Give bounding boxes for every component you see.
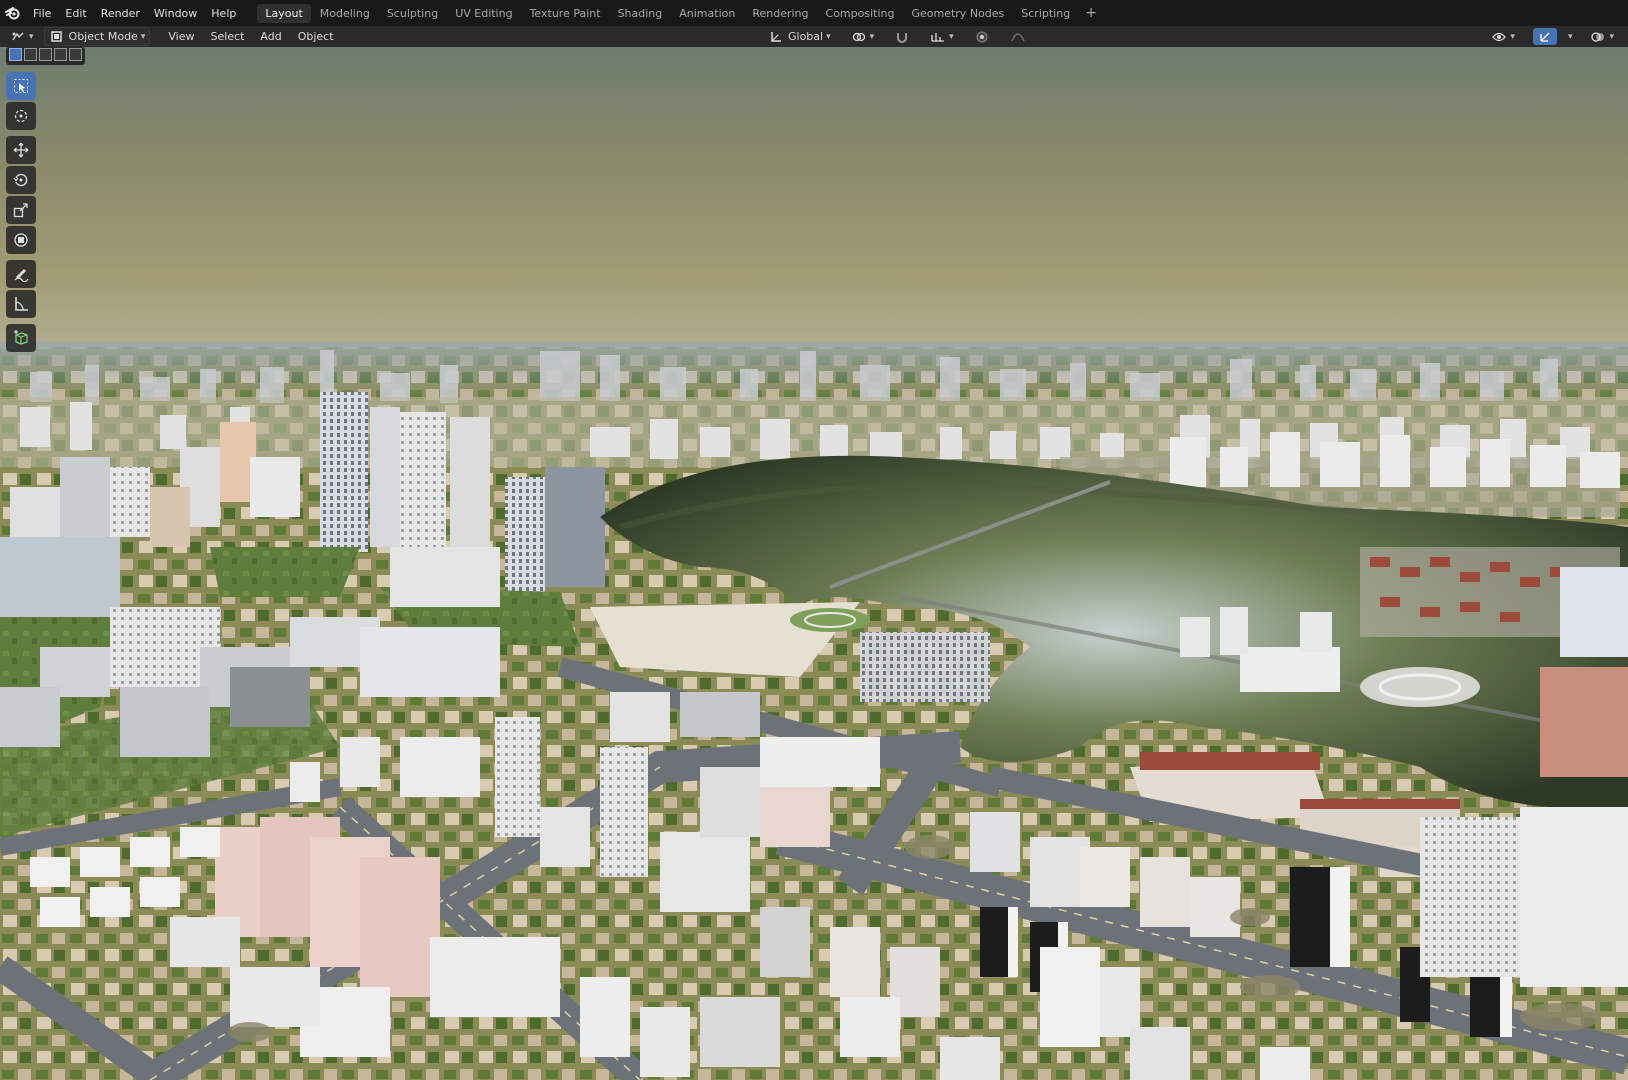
tool-cursor[interactable] bbox=[6, 102, 36, 130]
tab-rendering[interactable]: Rendering bbox=[744, 4, 816, 23]
gizmo-icon bbox=[1537, 29, 1553, 45]
proportional-falloff-dropdown[interactable] bbox=[1006, 28, 1030, 45]
header-menu-object[interactable]: Object bbox=[290, 30, 342, 43]
add-cube-icon bbox=[13, 330, 29, 346]
chevron-down-icon[interactable]: ▾ bbox=[1568, 32, 1573, 42]
menu-render[interactable]: Render bbox=[94, 7, 147, 20]
menu-file[interactable]: File bbox=[26, 7, 58, 20]
chevron-down-icon: ▾ bbox=[826, 31, 831, 42]
overlays-toggle[interactable]: ▾ bbox=[1586, 28, 1618, 45]
select-box-icon bbox=[13, 78, 29, 94]
top-menu-bar: File Edit Render Window Help Layout Mode… bbox=[0, 0, 1628, 26]
menu-help[interactable]: Help bbox=[204, 7, 243, 20]
move-icon bbox=[13, 142, 29, 158]
tab-geometry-nodes[interactable]: Geometry Nodes bbox=[903, 4, 1012, 23]
transform-icon bbox=[13, 232, 29, 248]
tab-layout[interactable]: Layout bbox=[257, 3, 311, 23]
chevron-down-icon: ▾ bbox=[1609, 31, 1614, 42]
tab-modeling[interactable]: Modeling bbox=[312, 4, 378, 23]
cursor-icon bbox=[13, 108, 29, 124]
proportional-edit-toggle[interactable] bbox=[970, 28, 994, 45]
eye-icon bbox=[1491, 29, 1507, 45]
visibility-dropdown[interactable]: ▾ bbox=[1487, 28, 1519, 45]
editor-type-button[interactable]: ▾ bbox=[6, 28, 38, 45]
mode-dropdown[interactable]: Object Mode ▾ bbox=[43, 27, 151, 46]
tool-transform[interactable] bbox=[6, 226, 36, 254]
workspace-tabs: Layout Modeling Sculpting UV Editing Tex… bbox=[257, 0, 1103, 26]
viewport-header: ▾ Object Mode ▾ View Select Add Object G… bbox=[0, 26, 1628, 47]
tab-uv-editing[interactable]: UV Editing bbox=[447, 4, 520, 23]
select-mode-set-icon[interactable] bbox=[9, 48, 22, 61]
editor-type-icon bbox=[10, 29, 26, 45]
blender-logo-icon[interactable] bbox=[0, 0, 26, 26]
select-mode-subtract-icon[interactable] bbox=[39, 48, 52, 61]
snap-toggle[interactable] bbox=[890, 28, 914, 45]
tab-shading[interactable]: Shading bbox=[610, 4, 671, 23]
tab-animation[interactable]: Animation bbox=[671, 4, 743, 23]
tool-add-cube[interactable] bbox=[6, 324, 36, 352]
select-mode-invert-icon[interactable] bbox=[54, 48, 67, 61]
tool-annotate[interactable] bbox=[6, 260, 36, 288]
snap-target-dropdown[interactable]: ▾ bbox=[926, 28, 958, 45]
mode-label: Object Mode bbox=[68, 30, 138, 43]
header-menu-add[interactable]: Add bbox=[252, 30, 289, 43]
select-mode-intersect-icon[interactable] bbox=[69, 48, 82, 61]
viewport-overlays-group: ▾ ▾ ▾ bbox=[1481, 28, 1618, 45]
annotate-icon bbox=[13, 266, 29, 282]
pivot-dropdown[interactable]: ▾ bbox=[847, 28, 879, 45]
scale-icon bbox=[13, 202, 29, 218]
tool-scale[interactable] bbox=[6, 196, 36, 224]
gizmo-toggle[interactable] bbox=[1532, 28, 1557, 45]
3d-viewport[interactable] bbox=[0, 47, 1628, 1080]
tool-shelf bbox=[6, 72, 38, 354]
chevron-down-icon: ▾ bbox=[29, 31, 34, 42]
chevron-down-icon: ▾ bbox=[140, 31, 146, 42]
select-mode-extend-icon[interactable] bbox=[24, 48, 37, 61]
tab-sculpting[interactable]: Sculpting bbox=[379, 4, 446, 23]
tab-compositing[interactable]: Compositing bbox=[818, 4, 903, 23]
measure-icon bbox=[13, 296, 29, 312]
menu-window[interactable]: Window bbox=[147, 7, 204, 20]
tab-texture-paint[interactable]: Texture Paint bbox=[522, 4, 609, 23]
city-scene-render bbox=[0, 47, 1628, 1080]
tool-rotate[interactable] bbox=[6, 166, 36, 194]
tool-select-box[interactable] bbox=[6, 72, 36, 100]
header-menu-view[interactable]: View bbox=[160, 30, 202, 43]
tab-scripting[interactable]: Scripting bbox=[1013, 4, 1078, 23]
transform-settings: Global ▾ ▾ ▾ bbox=[764, 28, 1030, 45]
chevron-down-icon: ▾ bbox=[949, 31, 954, 42]
pivot-icon bbox=[851, 29, 867, 45]
tool-measure[interactable] bbox=[6, 290, 36, 318]
selection-mode-buttons bbox=[6, 47, 85, 65]
chevron-down-icon: ▾ bbox=[869, 31, 875, 42]
falloff-curve-icon bbox=[1010, 29, 1026, 45]
tool-move[interactable] bbox=[6, 136, 36, 164]
header-menu-select[interactable]: Select bbox=[202, 30, 252, 43]
magnet-icon bbox=[894, 29, 910, 45]
rotate-icon bbox=[13, 172, 29, 188]
orientation-icon bbox=[768, 29, 784, 45]
add-workspace-button[interactable]: + bbox=[1079, 5, 1103, 21]
menu-edit[interactable]: Edit bbox=[58, 7, 93, 20]
orientation-label: Global bbox=[788, 30, 824, 43]
overlay-icon bbox=[1590, 29, 1606, 45]
orientation-dropdown[interactable]: Global ▾ bbox=[764, 28, 835, 45]
chevron-down-icon: ▾ bbox=[1510, 31, 1515, 42]
snap-increment-icon bbox=[930, 29, 946, 45]
proportional-edit-icon bbox=[974, 29, 990, 45]
object-mode-icon bbox=[49, 29, 65, 45]
